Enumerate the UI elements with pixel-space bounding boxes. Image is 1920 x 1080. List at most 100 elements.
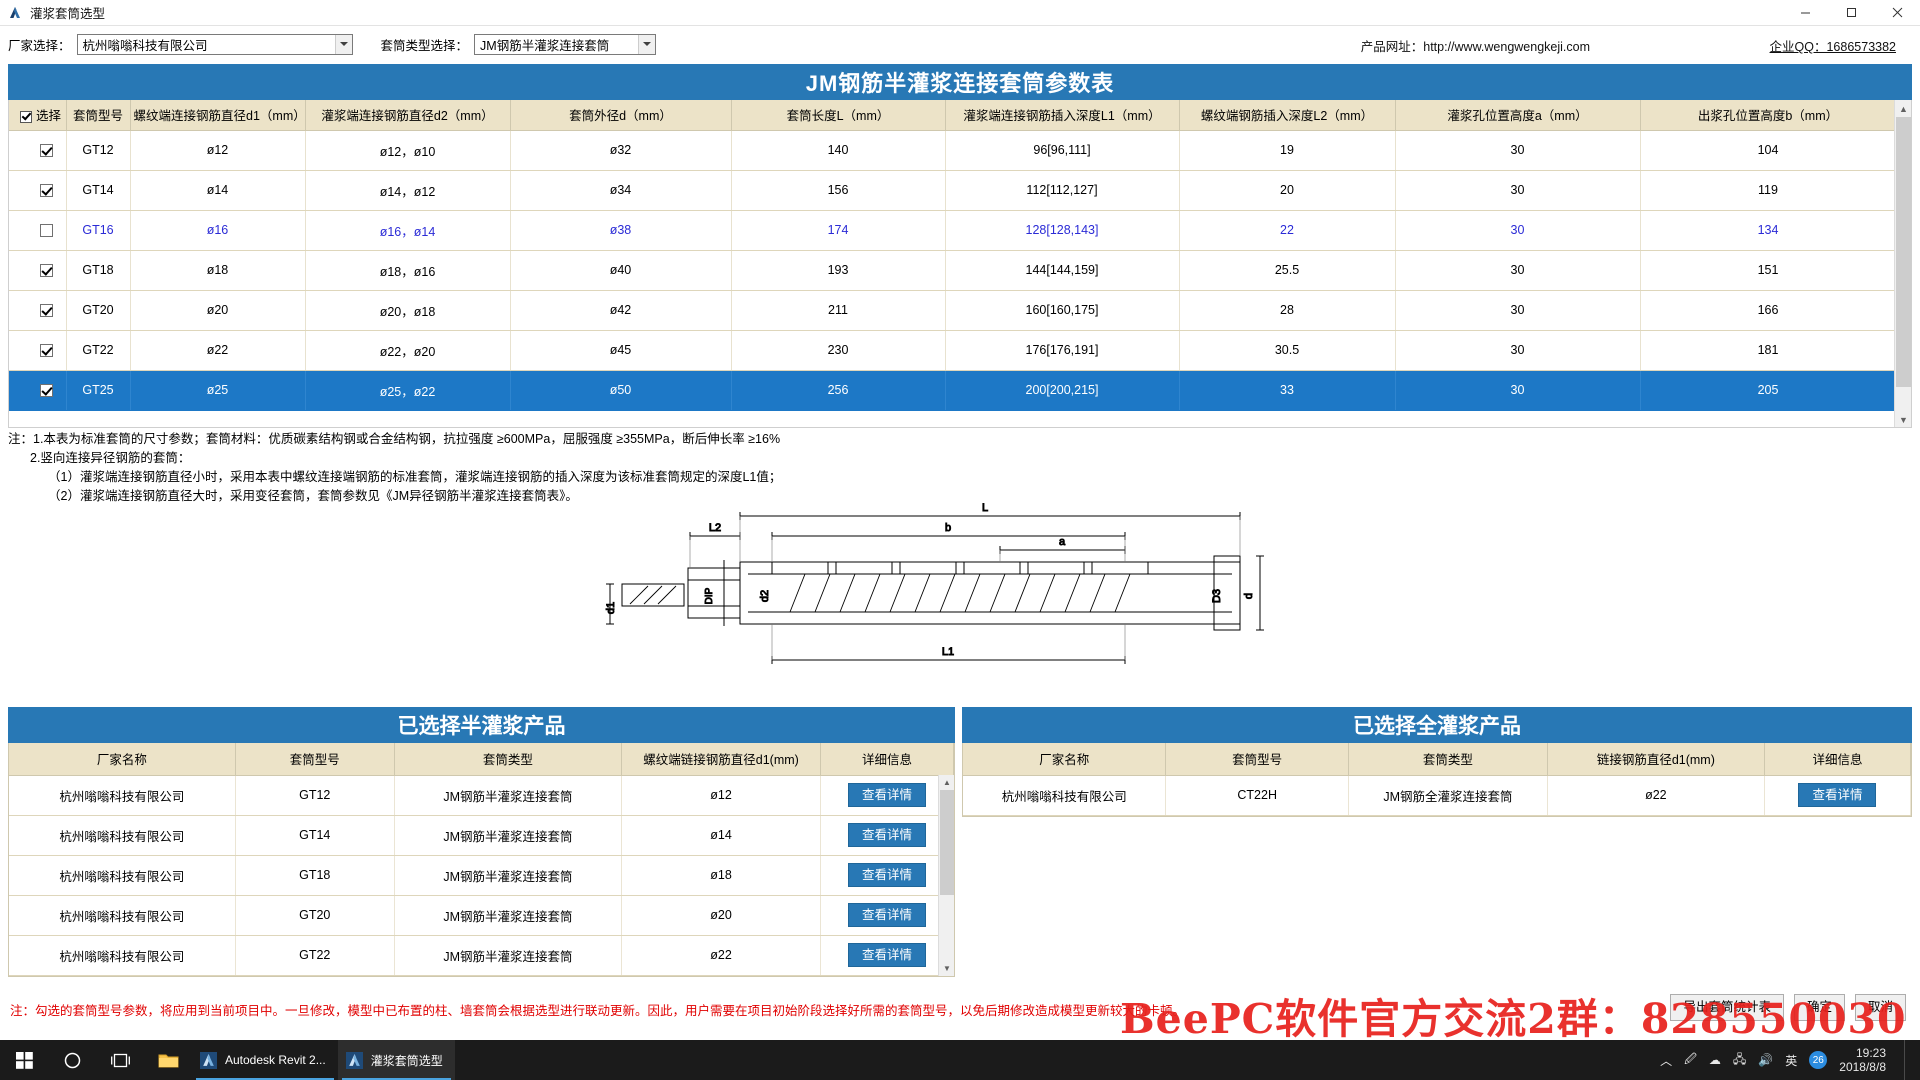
cell-L: 174 — [731, 210, 946, 251]
close-button[interactable] — [1874, 0, 1920, 26]
table-row[interactable]: GT12 ø12 ø12，ø10 ø32 140 96[96,111] 19 30 104 — [9, 130, 1897, 171]
note-line-1: 注：1.本表为标准套筒的尺寸参数；套筒材料：优质碳素结构钢或合金结构钢，抗拉强度… — [8, 432, 781, 446]
file-explorer-icon[interactable] — [144, 1040, 192, 1080]
cell-manufacturer: 杭州嗡嗡科技有限公司 — [9, 775, 236, 816]
taskbar-app-revit[interactable]: Autodesk Revit 2... — [192, 1040, 338, 1080]
scroll-thumb[interactable] — [1896, 117, 1911, 387]
table-row[interactable]: 杭州嗡嗡科技有限公司 GT14 JM钢筋半灌浆连接套筒 ø14 查看详情 — [9, 815, 955, 856]
scroll-up-icon[interactable]: ▲ — [939, 775, 955, 790]
cell-detail: 查看详情 — [820, 935, 955, 976]
table-scrollbar[interactable]: ▲ ▼ — [1894, 100, 1911, 427]
start-icon[interactable] — [0, 1040, 48, 1080]
svg-text:d1: d1 — [605, 602, 617, 614]
row-select-cell[interactable] — [9, 130, 67, 171]
row-select-cell[interactable] — [9, 290, 67, 331]
view-detail-button[interactable]: 查看详情 — [1798, 782, 1877, 808]
svg-text:a: a — [1059, 536, 1066, 548]
row-checkbox[interactable] — [40, 184, 54, 198]
row-checkbox[interactable] — [40, 144, 54, 158]
cell-sleeve-type: JM钢筋半灌浆连接套筒 — [394, 855, 623, 896]
footer-button-group: 导出套筒统计表 确定 取消 — [1670, 994, 1906, 1021]
row-checkbox[interactable] — [40, 384, 54, 398]
table-row[interactable]: 杭州嗡嗡科技有限公司 GT22 JM钢筋半灌浆连接套筒 ø22 查看详情 — [9, 935, 955, 976]
view-detail-button[interactable]: 查看详情 — [847, 862, 926, 888]
scroll-up-icon[interactable]: ▲ — [1895, 100, 1911, 117]
row-checkbox[interactable] — [40, 224, 54, 238]
maximize-button[interactable] — [1828, 0, 1874, 26]
show-desktop-button[interactable] — [1904, 1040, 1912, 1080]
cell-d1: ø12 — [130, 130, 306, 171]
tray-pen-icon[interactable]: 🖉 — [1684, 1050, 1697, 1071]
row-checkbox[interactable] — [40, 344, 54, 358]
taskbar-app-label: Autodesk Revit 2... — [225, 1053, 326, 1067]
view-detail-button[interactable]: 查看详情 — [847, 942, 926, 968]
tray-onedrive-icon[interactable]: ☁ — [1709, 1053, 1721, 1067]
half-panel-scrollbar[interactable]: ▲ ▼ — [938, 775, 954, 976]
row-checkbox[interactable] — [40, 304, 54, 318]
full-col-detail: 详细信息 — [1764, 743, 1912, 776]
table-row[interactable]: GT22 ø22 ø22，ø20 ø45 230 176[176,191] 30.5 30 18… — [9, 330, 1897, 371]
tray-network-icon[interactable]: 🖧 — [1733, 1050, 1746, 1071]
row-select-cell[interactable] — [9, 250, 67, 291]
manufacturer-select[interactable]: 杭州嗡嗡科技有限公司 — [76, 33, 353, 55]
view-detail-button[interactable]: 查看详情 — [847, 782, 926, 808]
chevron-down-icon[interactable] — [638, 34, 656, 54]
cell-sleeve-type: JM钢筋半灌浆连接套筒 — [394, 815, 623, 856]
cell-sleeve-type: JM钢筋半灌浆连接套筒 — [394, 775, 623, 816]
table-row[interactable]: GT18 ø18 ø18，ø16 ø40 193 144[144,159] 25.5 30 15… — [9, 250, 1897, 291]
table-header-row: 选择 套筒型号 螺纹端连接钢筋直径d1（mm） 灌浆端连接钢筋直径d2（mm） … — [9, 100, 1897, 131]
cancel-button[interactable]: 取消 — [1854, 994, 1906, 1021]
col-header-L: 套筒长度L（mm） — [731, 100, 946, 131]
export-statistics-button[interactable]: 导出套筒统计表 — [1670, 994, 1784, 1021]
col-header-L1: 灌浆端连接钢筋插入深度L1（mm） — [945, 100, 1180, 131]
minimize-button[interactable] — [1782, 0, 1828, 26]
row-select-cell[interactable] — [9, 170, 67, 211]
taskbar-clock[interactable]: 19:23 2018/8/8 — [1839, 1046, 1892, 1074]
cortana-icon[interactable] — [48, 1040, 96, 1080]
cell-detail: 查看详情 — [820, 775, 955, 816]
cell-d1: ø18 — [621, 855, 821, 896]
taskbar-app-sleeve-selector[interactable]: 灌浆套筒选型 — [337, 1040, 455, 1080]
cell-a: 30 — [1395, 290, 1641, 331]
table-row[interactable]: 杭州嗡嗡科技有限公司 GT12 JM钢筋半灌浆连接套筒 ø12 查看详情 — [9, 775, 955, 816]
cell-a: 30 — [1395, 370, 1641, 411]
table-row[interactable]: 杭州嗡嗡科技有限公司 CT22H JM钢筋全灌浆连接套筒 ø22 查看详情 — [963, 775, 1912, 816]
sleeve-type-select[interactable]: JM钢筋半灌浆连接套筒 — [474, 33, 657, 55]
tray-ime-indicator[interactable]: 英 — [1785, 1052, 1797, 1069]
select-all-header[interactable]: 选择 — [9, 100, 67, 131]
row-select-cell[interactable] — [9, 210, 67, 251]
task-view-icon[interactable] — [96, 1040, 144, 1080]
view-detail-button[interactable]: 查看详情 — [847, 822, 926, 848]
table-row[interactable]: GT14 ø14 ø14，ø12 ø34 156 112[112,127] 20 30 119 — [9, 170, 1897, 211]
cell-model: GT22 — [66, 330, 131, 371]
scroll-down-icon[interactable]: ▼ — [1895, 411, 1911, 427]
cell-b: 134 — [1640, 210, 1897, 251]
table-row[interactable]: GT25 ø25 ø25，ø22 ø50 256 200[200,215] 33 30 205 — [9, 370, 1897, 411]
tray-chevron-icon[interactable]: ︿ — [1660, 1052, 1672, 1069]
cell-manufacturer: 杭州嗡嗡科技有限公司 — [9, 895, 236, 936]
tray-volume-icon[interactable]: 🔊 — [1758, 1053, 1773, 1067]
cell-sleeve-type: JM钢筋全灌浆连接套筒 — [1348, 775, 1548, 816]
table-row[interactable]: 杭州嗡嗡科技有限公司 GT20 JM钢筋半灌浆连接套筒 ø20 查看详情 — [9, 895, 955, 936]
row-select-cell[interactable] — [9, 330, 67, 371]
col-header-a: 灌浆孔位置高度a（mm） — [1395, 100, 1641, 131]
cell-manufacturer: 杭州嗡嗡科技有限公司 — [9, 855, 236, 896]
col-header-model: 套筒型号 — [66, 100, 131, 131]
taskbar-app-label: 灌浆套筒选型 — [370, 1053, 443, 1068]
notification-badge[interactable]: 26 — [1809, 1051, 1828, 1069]
ok-button[interactable]: 确定 — [1793, 994, 1845, 1021]
full-grout-table: 厂家名称 套筒型号 套筒类型 链接钢筋直径d1(mm) 详细信息 杭州嗡嗡科技有… — [963, 743, 1912, 816]
cell-manufacturer: 杭州嗡嗡科技有限公司 — [9, 815, 236, 856]
select-all-checkbox[interactable] — [20, 110, 32, 123]
scroll-down-icon[interactable]: ▼ — [939, 961, 955, 976]
chevron-down-icon[interactable] — [334, 34, 352, 54]
enterprise-qq[interactable]: 企业QQ：1686573382 — [1770, 36, 1896, 55]
scroll-thumb[interactable] — [940, 790, 954, 895]
row-select-cell[interactable] — [9, 370, 67, 411]
table-row[interactable]: 杭州嗡嗡科技有限公司 GT18 JM钢筋半灌浆连接套筒 ø18 查看详情 — [9, 855, 955, 896]
table-row[interactable]: GT16 ø16 ø16，ø14 ø38 174 128[128,143] 22 30 134 — [9, 210, 1897, 251]
row-checkbox[interactable] — [40, 264, 54, 278]
table-row[interactable]: GT20 ø20 ø20，ø18 ø42 211 160[160,175] 28 30 166 — [9, 290, 1897, 331]
view-detail-button[interactable]: 查看详情 — [847, 902, 926, 928]
cell-model: GT12 — [66, 130, 131, 171]
